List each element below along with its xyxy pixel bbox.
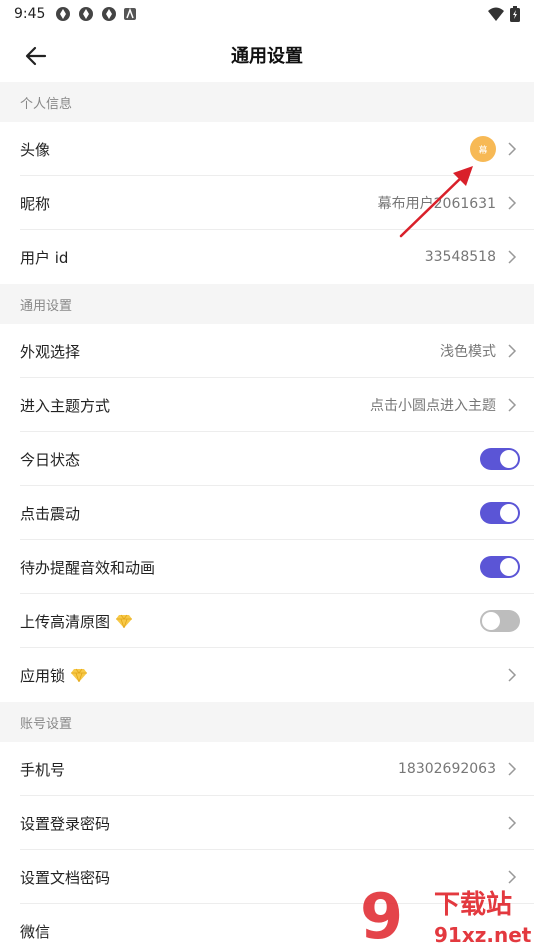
diamond-icon (116, 614, 133, 628)
tap-vibration-toggle[interactable] (480, 502, 520, 524)
theme-entry-row[interactable]: 进入主题方式 点击小圆点进入主题 (0, 378, 534, 432)
wechat-label: 微信 (20, 922, 51, 941)
app-notification-icon (102, 7, 117, 21)
chevron-right-icon (504, 343, 520, 359)
chevron-right-icon (504, 761, 520, 777)
todo-reminder-toggle[interactable] (480, 556, 520, 578)
phone-label: 手机号 (20, 760, 66, 779)
appearance-label: 外观选择 (20, 342, 81, 361)
phone-value: 18302692063 (398, 761, 496, 777)
theme-entry-value: 点击小圆点进入主题 (370, 398, 496, 414)
font-notification-icon (124, 8, 137, 20)
chevron-right-icon (504, 195, 520, 211)
today-status-row: 今日状态 (0, 432, 534, 486)
app-bar: 通用设置 (0, 28, 534, 82)
status-bar: 9:45 (0, 0, 534, 28)
section-header-general: 通用设置 (0, 284, 534, 324)
appearance-row[interactable]: 外观选择 浅色模式 (0, 324, 534, 378)
section-header-personal: 个人信息 (0, 82, 534, 122)
chevron-right-icon (504, 869, 520, 885)
wifi-icon (488, 7, 504, 21)
user-id-label: 用户 id (20, 248, 69, 267)
today-status-toggle[interactable] (480, 448, 520, 470)
tap-vibration-label: 点击震动 (20, 504, 81, 523)
login-password-row[interactable]: 设置登录密码 (0, 796, 534, 850)
upload-hd-toggle[interactable] (480, 610, 520, 632)
todo-reminder-label: 待办提醒音效和动画 (20, 558, 156, 577)
page-title: 通用设置 (231, 46, 303, 67)
upload-hd-row: 上传高清原图 (0, 594, 534, 648)
notification-icons (55, 6, 137, 22)
chevron-right-icon (504, 397, 520, 413)
wechat-row[interactable]: 微信 (0, 904, 534, 950)
back-arrow-icon (25, 46, 47, 66)
nickname-value: 幕布用户2061631 (377, 196, 496, 212)
chevron-right-icon (504, 141, 520, 157)
section-header-account: 账号设置 (0, 702, 534, 742)
battery-icon (510, 6, 520, 22)
login-password-label: 设置登录密码 (20, 814, 111, 833)
upload-hd-label: 上传高清原图 (20, 612, 111, 631)
todo-reminder-row: 待办提醒音效和动画 (0, 540, 534, 594)
app-notification-icon (56, 7, 71, 21)
app-lock-row[interactable]: 应用锁 (0, 648, 534, 702)
avatar-row[interactable]: 头像 幕 (0, 122, 534, 176)
avatar-label: 头像 (20, 140, 51, 159)
nickname-row[interactable]: 昵称 幕布用户2061631 (0, 176, 534, 230)
chevron-right-icon (504, 815, 520, 831)
chevron-right-icon (504, 667, 520, 683)
back-button[interactable] (22, 42, 50, 70)
chevron-right-icon (504, 249, 520, 265)
user-id-value: 33548518 (424, 249, 496, 265)
theme-entry-label: 进入主题方式 (20, 396, 111, 415)
status-time: 9:45 (14, 6, 46, 22)
tap-vibration-row: 点击震动 (0, 486, 534, 540)
app-lock-label: 应用锁 (20, 666, 66, 685)
doc-password-label: 设置文档密码 (20, 868, 111, 887)
doc-password-row[interactable]: 设置文档密码 (0, 850, 534, 904)
appearance-value: 浅色模式 (440, 344, 496, 360)
nickname-label: 昵称 (20, 194, 51, 213)
avatar: 幕 (470, 136, 496, 162)
user-id-row[interactable]: 用户 id 33548518 (0, 230, 534, 284)
diamond-icon (71, 668, 88, 682)
today-status-label: 今日状态 (20, 450, 81, 469)
phone-row[interactable]: 手机号 18302692063 (0, 742, 534, 796)
app-notification-icon (79, 7, 94, 21)
